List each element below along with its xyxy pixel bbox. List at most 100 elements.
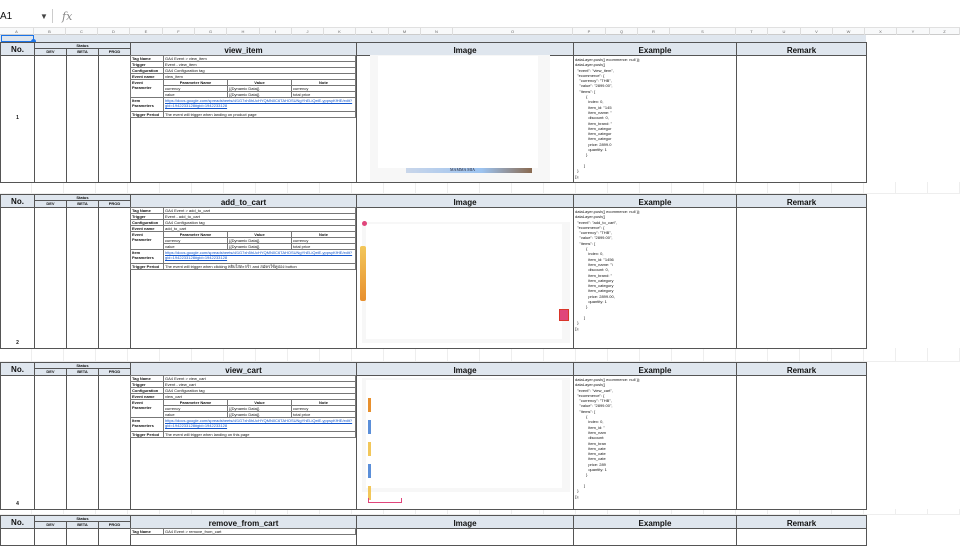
event-details-table: Tag Name GA4 Event > add_to_cart Trigger Ev… — [130, 207, 356, 270]
no-header: No. — [0, 42, 35, 56]
column-header-E[interactable]: E — [130, 28, 163, 35]
product-thumb — [368, 398, 371, 412]
event-details-table: Tag Name GA4 Event > view_item Trigger Even… — [130, 55, 356, 118]
formula-bar: A1 ▼ fx — [0, 0, 960, 28]
screenshot-image-content — [366, 380, 562, 488]
screenshot-image-content — [366, 224, 562, 339]
item-parameters-label: Item Parameters — [130, 97, 164, 112]
remark-cell — [736, 55, 867, 183]
image-header: Image — [356, 515, 574, 529]
image-header: Image — [356, 194, 574, 208]
prod-status-cell — [98, 55, 131, 183]
banner-caption: MAMMA MIA — [450, 167, 476, 172]
detail-row: Trigger Period The event will trigger whe… — [130, 111, 356, 118]
trigger-period-label: Trigger Period — [130, 431, 164, 438]
no-header: No. — [0, 515, 35, 529]
checkout-button — [368, 498, 402, 503]
add-to-cart-highlight — [559, 309, 569, 321]
item-parameters-label: Item Parameters — [130, 417, 164, 432]
row-number: 4 — [0, 375, 35, 510]
event-parameter-label: Event Parameter — [130, 79, 164, 98]
prod-status-cell — [98, 528, 131, 546]
column-header-Q[interactable]: Q — [606, 28, 638, 35]
trigger-period-label: Trigger Period — [130, 263, 164, 270]
name-box[interactable]: A1 — [0, 11, 12, 22]
dev-status-cell — [34, 55, 67, 183]
selected-cell[interactable] — [1, 35, 34, 42]
remark-cell — [736, 207, 867, 349]
event-parameter-label: Event Parameter — [130, 231, 164, 250]
column-header-G[interactable]: G — [195, 28, 227, 35]
item-parameters-link[interactable]: https://docs.google.com/spreadsheets/d/1… — [165, 99, 354, 109]
column-header-C[interactable]: C — [66, 28, 98, 35]
back-icon — [362, 221, 367, 226]
dev-status-cell — [34, 375, 67, 510]
dev-status-cell — [34, 207, 67, 349]
item-parameters-link[interactable]: https://docs.google.com/spreadsheets/d/1… — [165, 419, 354, 429]
beta-status-cell — [66, 207, 99, 349]
column-header-D[interactable]: D — [98, 28, 130, 35]
trigger-period-value: The event will trigger when landing on p… — [163, 111, 356, 118]
example-code: dataLayer.push({ ecommerce: null }); dat… — [573, 55, 737, 183]
column-header-P[interactable]: P — [573, 28, 606, 35]
remark-header: Remark — [736, 194, 867, 208]
trigger-period-value: The event will trigger when landing on t… — [163, 431, 356, 438]
chevron-down-icon[interactable]: ▼ — [40, 12, 48, 21]
item-parameters-link[interactable]: https://docs.google.com/spreadsheets/d/1… — [165, 251, 354, 261]
screenshot-image-content — [378, 56, 538, 168]
example-code: dataLayer.push({ ecommerce: null }); dat… — [573, 375, 737, 510]
no-header: No. — [0, 362, 35, 376]
item-parameters-value: https://docs.google.com/spreadsheets/d/1… — [163, 249, 356, 264]
row-1 — [0, 35, 866, 42]
divider — [52, 9, 53, 23]
detail-row: Item Parameters https://docs.google.com/s… — [130, 97, 356, 112]
column-header-O[interactable]: O — [453, 28, 573, 35]
image-cell — [356, 528, 574, 546]
remark-cell — [736, 528, 867, 546]
detail-row: Tag Name GA4 Event > remove_from_cart — [130, 528, 356, 535]
column-header-K[interactable]: K — [324, 28, 356, 35]
column-header-Y[interactable]: Y — [897, 28, 930, 35]
prod-status-cell — [98, 207, 131, 349]
column-header-U[interactable]: U — [768, 28, 801, 35]
column-header-M[interactable]: M — [389, 28, 421, 35]
column-header-L[interactable]: L — [356, 28, 389, 35]
image-header: Image — [356, 362, 574, 376]
product-thumb — [368, 420, 371, 434]
column-header-N[interactable]: N — [421, 28, 453, 35]
row-number — [0, 528, 35, 546]
detail-row: Item Parameters https://docs.google.com/s… — [130, 417, 356, 432]
example-code — [573, 528, 737, 546]
column-header-F[interactable]: F — [163, 28, 195, 35]
column-header-V[interactable]: V — [801, 28, 833, 35]
column-header-B[interactable]: B — [34, 28, 66, 35]
column-header-J[interactable]: J — [292, 28, 324, 35]
beta-status-cell — [66, 528, 99, 546]
detail-row: Trigger Period The event will trigger whe… — [130, 431, 356, 438]
column-header-R[interactable]: R — [638, 28, 670, 35]
item-parameters-value: https://docs.google.com/spreadsheets/d/1… — [163, 417, 356, 432]
column-header-H[interactable]: H — [227, 28, 260, 35]
remark-cell — [736, 375, 867, 510]
column-header-X[interactable]: X — [865, 28, 897, 35]
prod-status-cell — [98, 375, 131, 510]
column-header-row: ABCDEFGHIJKLMNOPQRSTUVWXYZ — [0, 28, 960, 35]
column-header-Z[interactable]: Z — [930, 28, 960, 35]
event-title: view_item — [130, 42, 357, 56]
event-title: view_cart — [130, 362, 357, 376]
product-thumb — [368, 464, 371, 478]
example-code: dataLayer.push({ ecommerce: null }); dat… — [573, 207, 737, 349]
detail-row: Item Parameters https://docs.google.com/s… — [130, 249, 356, 264]
column-header-W[interactable]: W — [833, 28, 865, 35]
column-header-I[interactable]: I — [260, 28, 292, 35]
example-header: Example — [573, 42, 737, 56]
column-header-T[interactable]: T — [736, 28, 768, 35]
column-header-S[interactable]: S — [670, 28, 736, 35]
promo-bar — [360, 246, 366, 301]
column-header-A[interactable]: A — [0, 28, 34, 35]
row-number: 1 — [0, 55, 35, 183]
event-block: No. Status DEV BETA PROD view_cart Image Exampl… — [0, 362, 867, 510]
empty-rows — [0, 348, 960, 362]
event-block: No. Status DEV BETA PROD remove_from_cart Imag… — [0, 515, 867, 546]
item-parameters-value: https://docs.google.com/spreadsheets/d/1… — [163, 97, 356, 112]
